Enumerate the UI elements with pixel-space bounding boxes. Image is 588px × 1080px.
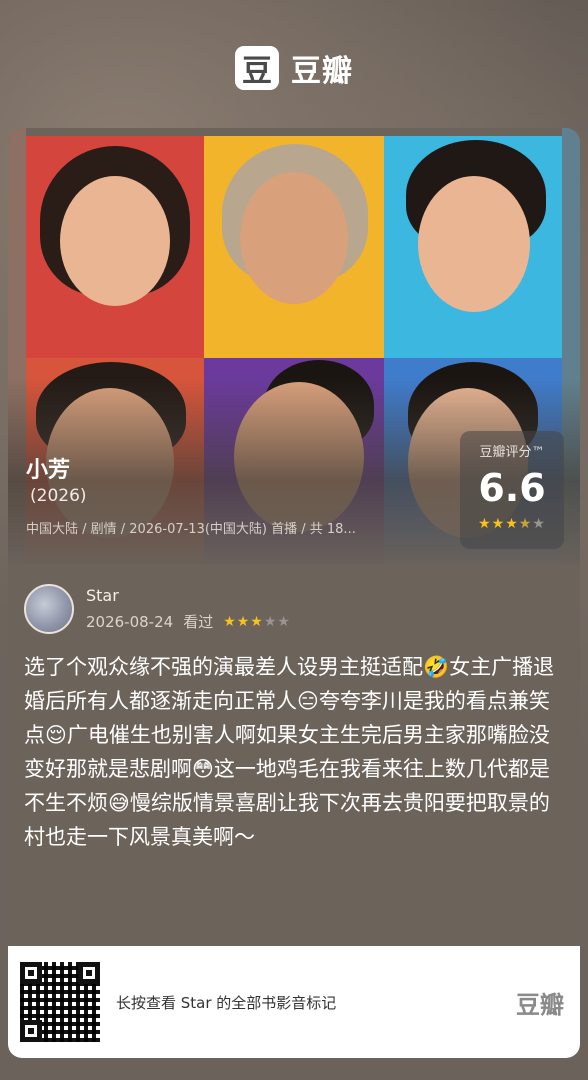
qr-marker-bl [20, 1020, 42, 1042]
footer-hint: 长按查看 Star 的全部书影音标记 [116, 993, 337, 1012]
review-stars-icon: ★★★★★ [223, 614, 291, 630]
brand-name: 豆瓣 [291, 54, 353, 89]
avatar[interactable] [24, 584, 74, 634]
share-card: 小芳 (2026) 中国大陆 / 剧情 / 2026-07-13(中国大陆) 首… [8, 128, 580, 1058]
rating-stars-on: ★★★ [478, 516, 519, 532]
movie-meta: 中国大陆 / 剧情 / 2026-07-13(中国大陆) 首播 / 共 18..… [26, 522, 356, 537]
qr-marker-tr [78, 962, 100, 984]
reviewer-name[interactable]: Star [86, 586, 291, 605]
douban-logo-icon: 豆 [235, 46, 279, 90]
douban-rating-box: 豆瓣评分™ 6.6 ★★★★★ [460, 431, 564, 549]
poster-tile-1 [26, 136, 204, 358]
footer-brand-logo: 豆瓣 [516, 990, 564, 1019]
review-text: 选了个观众缘不强的演最差人设男主挺适配🤣女主广播退婚后所有人都逐渐走向正常人😑夸… [24, 655, 555, 849]
qr-marker-tl [20, 962, 42, 984]
share-footer: 长按查看 Star 的全部书影音标记 豆瓣 [8, 946, 580, 1058]
review-status: 看过 [183, 613, 214, 631]
review-meta: 2026-08-24 看过 ★★★★★ [86, 611, 291, 632]
movie-poster: 小芳 (2026) 中国大陆 / 剧情 / 2026-07-13(中国大陆) 首… [8, 128, 580, 564]
poster-tile-2 [204, 136, 384, 358]
movie-title: 小芳 [26, 458, 71, 483]
rating-star-off: ★ [532, 516, 546, 532]
movie-year: (2026) [30, 486, 87, 506]
review-stars-off: ★★ [263, 613, 291, 630]
poster-tile-3 [384, 136, 562, 358]
rating-score: 6.6 [478, 466, 546, 510]
rating-star-half: ★ [518, 516, 533, 532]
review-date: 2026-08-24 [86, 612, 174, 631]
review-stars-on: ★★★ [223, 613, 264, 630]
reviewer-info: Star 2026-08-24 看过 ★★★★★ [24, 584, 291, 634]
douban-header: 豆 豆瓣 [0, 46, 588, 90]
qr-code-icon[interactable] [20, 962, 100, 1042]
rating-stars-icon: ★★★★★ [460, 516, 564, 532]
rating-label: 豆瓣评分™ [479, 445, 545, 460]
